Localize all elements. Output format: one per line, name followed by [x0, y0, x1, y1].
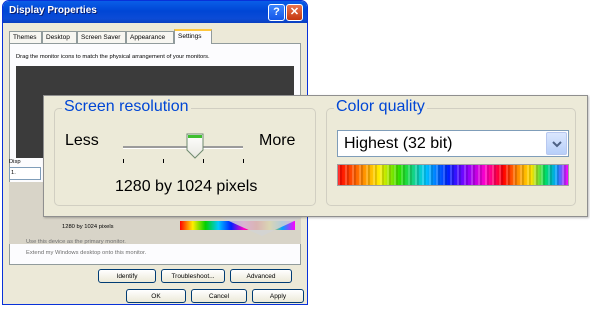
slider-tick — [243, 159, 244, 163]
slider-tick — [123, 159, 124, 163]
slider-tick — [163, 159, 164, 163]
slider-more-label: More — [259, 132, 296, 149]
tab-settings[interactable]: Settings — [174, 29, 212, 44]
color-quality-value: Highest (32 bit) — [344, 135, 453, 152]
slider-tick — [203, 159, 204, 163]
screen-resolution-group: Screen resolution Less More 1280 by 1024… — [54, 98, 316, 206]
color-quality-group: Color quality Highest (32 bit) — [326, 98, 576, 206]
resolution-slider-track[interactable] — [123, 146, 243, 149]
zoom-callout: Screen resolution Less More 1280 by 1024… — [43, 95, 588, 217]
slider-less-label: Less — [65, 132, 99, 149]
resolution-slider-thumb[interactable] — [185, 133, 205, 159]
color-quality-select[interactable]: Highest (32 bit) — [337, 130, 569, 157]
chevron-down-icon[interactable] — [546, 132, 567, 155]
screen-resolution-legend: Screen resolution — [62, 98, 191, 116]
color-quality-legend: Color quality — [334, 98, 427, 116]
color-quality-sample — [337, 164, 569, 186]
resolution-value: 1280 by 1024 pixels — [115, 178, 258, 195]
